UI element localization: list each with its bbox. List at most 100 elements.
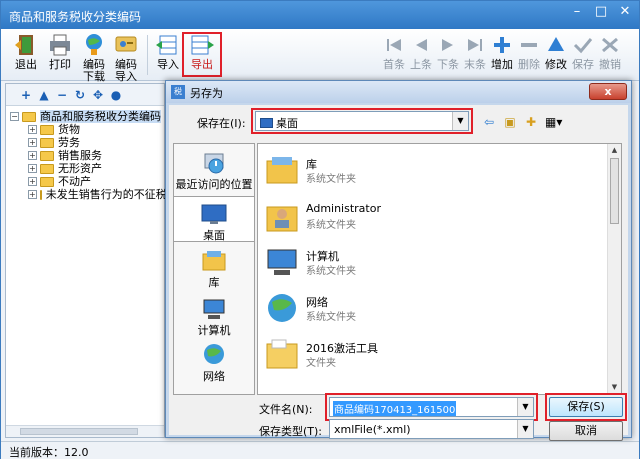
desktop-icon	[201, 204, 227, 224]
tree-up-icon[interactable]: ▲	[38, 89, 50, 101]
first-record-button[interactable]: 首条	[379, 33, 409, 71]
exit-icon	[15, 35, 33, 55]
view-menu-icon[interactable]: ▦▾	[545, 115, 562, 129]
place-library[interactable]: 库	[174, 248, 254, 289]
expand-toggle-icon[interactable]: +	[28, 177, 37, 186]
tree-toolbar: + ▲ − ↻ ✥ ●	[6, 84, 164, 106]
library-folder-icon	[266, 157, 298, 184]
tree-refresh-icon[interactable]: ↻	[74, 89, 86, 101]
computer-icon	[203, 299, 225, 319]
file-list: 库 系统文件夹 Administrator 系统文件夹 计算机 系统文件夹 网络…	[257, 143, 622, 395]
version-status: 当前版本：12.0	[9, 446, 89, 459]
tree-item[interactable]: + 不动产	[10, 175, 164, 188]
plus-icon	[494, 37, 510, 53]
collapse-toggle-icon[interactable]: −	[10, 112, 19, 121]
scroll-thumb[interactable]	[20, 428, 138, 435]
network-icon	[268, 294, 296, 322]
recent-places-icon	[204, 153, 224, 174]
next-record-button[interactable]: 下条	[433, 33, 463, 71]
print-button[interactable]: 打印	[45, 33, 75, 71]
file-item[interactable]: 库 系统文件夹	[262, 148, 602, 192]
save-toolbar-button[interactable]: 保存	[568, 33, 598, 71]
code-download-button[interactable]: 编码下载	[79, 33, 109, 83]
filename-highlight	[325, 393, 538, 421]
expand-toggle-icon[interactable]: +	[28, 151, 37, 160]
edit-button[interactable]: 修改	[541, 33, 571, 71]
tree-item[interactable]: + 销售服务	[10, 149, 164, 162]
tree-root[interactable]: − 商品和服务税收分类编码	[10, 110, 164, 123]
expand-toggle-icon[interactable]: +	[28, 164, 37, 173]
prev-icon	[416, 39, 427, 51]
folder-icon	[40, 124, 54, 135]
place-network[interactable]: 网络	[174, 342, 254, 383]
app-title: 商品和服务税收分类编码	[9, 10, 142, 24]
category-tree-panel: + ▲ − ↻ ✥ ● − 商品和服务税收分类编码 + 货物 + 劳务 + 销售服务 …	[5, 83, 167, 438]
main-toolbar: 退出 打印 编码下载 编码导入 导入 导出 首条 上条 下条 末条 增加 删除 …	[1, 29, 639, 83]
chevron-down-icon[interactable]: ▼	[517, 420, 533, 438]
dialog-body: 保存在(I): 桌面 ▼ ⇦ ▣ ✚ ▦▾ 最近访问的位置 桌面 库 计算机 网…	[169, 105, 628, 441]
save-as-dialog: 税 另存为 x 保存在(I): 桌面 ▼ ⇦ ▣ ✚ ▦▾ 最近访问的位置 桌面	[165, 80, 632, 441]
folder-icon	[40, 176, 54, 187]
tree-remove-icon[interactable]: −	[56, 89, 68, 101]
minimize-icon[interactable]: –	[569, 5, 585, 21]
places-bar: 最近访问的位置 桌面 库 计算机 网络	[173, 143, 255, 395]
check-icon	[573, 38, 593, 54]
globe-download-icon	[86, 34, 102, 55]
card-import-icon	[115, 36, 137, 52]
maximize-icon[interactable]: □	[593, 5, 609, 21]
filetype-label: 保存类型(T):	[259, 425, 323, 438]
tree-hscrollbar[interactable]	[6, 425, 164, 437]
folder-icon	[39, 189, 42, 200]
filetype-dropdown[interactable]: xmlFile(*.xml) ▼	[329, 419, 534, 439]
scroll-up-icon[interactable]: ▲	[608, 144, 621, 157]
place-desktop[interactable]: 桌面	[174, 196, 254, 242]
category-tree: − 商品和服务税收分类编码 + 货物 + 劳务 + 销售服务 + 无形资产 + 不动产 +…	[6, 106, 167, 201]
exit-button[interactable]: 退出	[11, 33, 41, 71]
dialog-title: 另存为	[190, 87, 223, 100]
minus-icon	[521, 43, 537, 47]
tree-item[interactable]: + 未发生销售行为的不征税	[10, 188, 167, 201]
tree-item[interactable]: + 货物	[10, 123, 164, 136]
folder-icon	[266, 339, 298, 369]
app-titlebar: 商品和服务税收分类编码 – □ ✕	[1, 1, 639, 29]
new-folder-icon[interactable]: ✚	[524, 115, 538, 129]
folder-icon	[22, 111, 36, 122]
folder-icon	[40, 150, 54, 161]
file-list-vscrollbar[interactable]: ▲ ▼	[607, 144, 621, 394]
printer-icon	[50, 34, 70, 56]
expand-toggle-icon[interactable]: +	[28, 190, 37, 199]
folder-icon	[40, 137, 54, 148]
back-icon[interactable]: ⇦	[482, 115, 496, 129]
code-import-button[interactable]: 编码导入	[111, 33, 141, 83]
import-button[interactable]: 导入	[153, 33, 183, 71]
cancel-button[interactable]: 取消	[549, 421, 623, 441]
file-item[interactable]: 计算机 系统文件夹	[262, 240, 602, 284]
file-item[interactable]: 网络 系统文件夹	[262, 286, 602, 330]
tree-item[interactable]: + 劳务	[10, 136, 164, 149]
close-icon[interactable]: ✕	[617, 5, 633, 21]
prev-record-button[interactable]: 上条	[406, 33, 436, 71]
tree-expand-icon[interactable]: ✥	[92, 89, 104, 101]
first-icon	[387, 39, 401, 51]
file-item[interactable]: Administrator 系统文件夹	[262, 194, 602, 238]
tree-collapse-icon[interactable]: ●	[110, 89, 122, 101]
undo-button[interactable]: 撤销	[595, 33, 625, 71]
place-computer[interactable]: 计算机	[174, 296, 254, 337]
computer-icon	[267, 249, 297, 275]
last-record-button[interactable]: 末条	[460, 33, 490, 71]
delete-button[interactable]: 删除	[514, 33, 544, 71]
add-button[interactable]: 增加	[487, 33, 517, 71]
file-item[interactable]: 2016激活工具 文件夹	[262, 332, 602, 376]
tree-item[interactable]: + 无形资产	[10, 162, 164, 175]
dialog-close-button[interactable]: x	[589, 83, 627, 100]
dialog-titlebar: 税 另存为 x	[166, 81, 631, 103]
edit-icon	[548, 37, 564, 51]
last-icon	[468, 39, 482, 51]
expand-toggle-icon[interactable]: +	[28, 138, 37, 147]
export-highlight	[182, 32, 222, 77]
expand-toggle-icon[interactable]: +	[28, 125, 37, 134]
place-recent[interactable]: 最近访问的位置	[174, 150, 254, 191]
scroll-thumb[interactable]	[610, 158, 619, 224]
up-folder-icon[interactable]: ▣	[503, 115, 517, 129]
tree-add-icon[interactable]: +	[20, 89, 32, 101]
